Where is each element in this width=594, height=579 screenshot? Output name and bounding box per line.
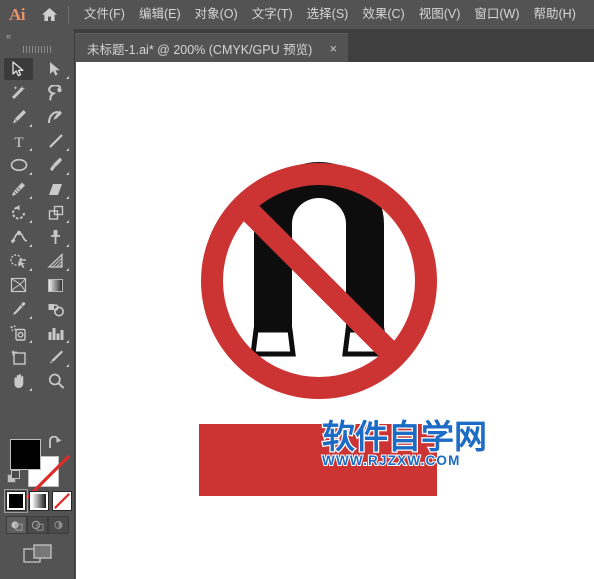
tools-panel: « T — [0, 29, 75, 579]
illustrator-window: Ai 文件(F) 编辑(E) 对象(O) 文字(T) 选择(S) 效果(C) 视… — [0, 0, 594, 579]
svg-text:T: T — [14, 135, 23, 149]
screen-mode-button[interactable] — [0, 541, 75, 567]
perspective-grid-tool[interactable] — [37, 249, 74, 273]
shaper-tool[interactable] — [0, 177, 37, 201]
menu-view[interactable]: 视图(V) — [412, 3, 468, 26]
blend-tool[interactable] — [37, 297, 74, 321]
artboard-canvas[interactable]: 软件自学网 WWW.RJZXW.COM — [76, 62, 594, 579]
draw-behind-icon[interactable] — [27, 516, 48, 534]
eraser-tool[interactable] — [37, 177, 74, 201]
artwork-no-magnets-sign — [199, 162, 437, 496]
solid-color-icon[interactable] — [4, 489, 28, 513]
eyedropper-tool[interactable] — [0, 297, 37, 321]
fill-swatch[interactable] — [10, 439, 41, 470]
scale-tool[interactable] — [37, 201, 74, 225]
menu-window[interactable]: 窗口(W) — [467, 3, 526, 26]
menu-effect[interactable]: 效果(C) — [355, 3, 411, 26]
swap-arrow-icon[interactable] — [47, 435, 63, 450]
artboard-tool[interactable] — [0, 345, 37, 369]
type-tool[interactable]: T — [0, 129, 37, 153]
rotate-tool[interactable] — [0, 201, 37, 225]
menu-select[interactable]: 选择(S) — [300, 3, 356, 26]
curvature-tool[interactable] — [37, 105, 74, 129]
pen-tool[interactable] — [0, 105, 37, 129]
tool-grid: T — [0, 57, 74, 393]
gradient-tool[interactable] — [37, 273, 74, 297]
shape-builder-tool[interactable] — [0, 249, 37, 273]
draw-normal-icon[interactable] — [6, 516, 27, 534]
document-tab-label: 未标题-1.ai* @ 200% (CMYK/GPU 预览) — [87, 42, 313, 57]
hand-tool[interactable] — [0, 369, 37, 393]
lasso-tool[interactable] — [37, 81, 74, 105]
menu-help[interactable]: 帮助(H) — [527, 3, 583, 26]
paintbrush-tool[interactable] — [37, 153, 74, 177]
red-rectangle — [199, 424, 437, 496]
draw-mode-buttons — [6, 516, 69, 534]
slice-tool[interactable] — [37, 345, 74, 369]
close-icon[interactable]: × — [326, 42, 340, 55]
menu-edit[interactable]: 编辑(E) — [132, 3, 188, 26]
zoom-tool[interactable] — [37, 369, 74, 393]
line-segment-tool[interactable] — [37, 129, 74, 153]
menu-divider — [68, 5, 69, 24]
menu-bar: Ai 文件(F) 编辑(E) 对象(O) 文字(T) 选择(S) 效果(C) 视… — [0, 0, 594, 29]
direct-selection-tool[interactable] — [37, 57, 74, 81]
menu-file[interactable]: 文件(F) — [77, 3, 132, 26]
collapse-panel-icon[interactable]: « — [0, 29, 74, 43]
document-tab-bar: 未标题-1.ai* @ 200% (CMYK/GPU 预览) × — [0, 29, 594, 62]
free-transform-tool[interactable] — [37, 225, 74, 249]
menu-type[interactable]: 文字(T) — [245, 3, 300, 26]
ellipse-tool[interactable] — [0, 153, 37, 177]
panel-drag-handle[interactable] — [0, 43, 74, 55]
magic-wand-tool[interactable] — [0, 81, 37, 105]
app-logo: Ai — [9, 4, 26, 24]
width-tool[interactable] — [0, 225, 37, 249]
draw-inside-icon[interactable] — [48, 516, 69, 534]
symbol-sprayer-tool[interactable] — [0, 321, 37, 345]
menu-object[interactable]: 对象(O) — [188, 3, 245, 26]
column-graph-tool[interactable] — [37, 321, 74, 345]
edit-toolbar-button[interactable]: ••• — [0, 574, 75, 579]
document-tab[interactable]: 未标题-1.ai* @ 200% (CMYK/GPU 预览) × — [75, 33, 349, 62]
color-mode-buttons — [4, 489, 72, 513]
default-fill-stroke-icon[interactable] — [7, 470, 21, 484]
mesh-tool[interactable] — [0, 273, 37, 297]
none-slash-icon[interactable] — [52, 491, 72, 511]
gradient-icon[interactable] — [29, 491, 49, 511]
home-icon[interactable] — [34, 0, 64, 29]
selection-tool[interactable] — [0, 57, 37, 81]
